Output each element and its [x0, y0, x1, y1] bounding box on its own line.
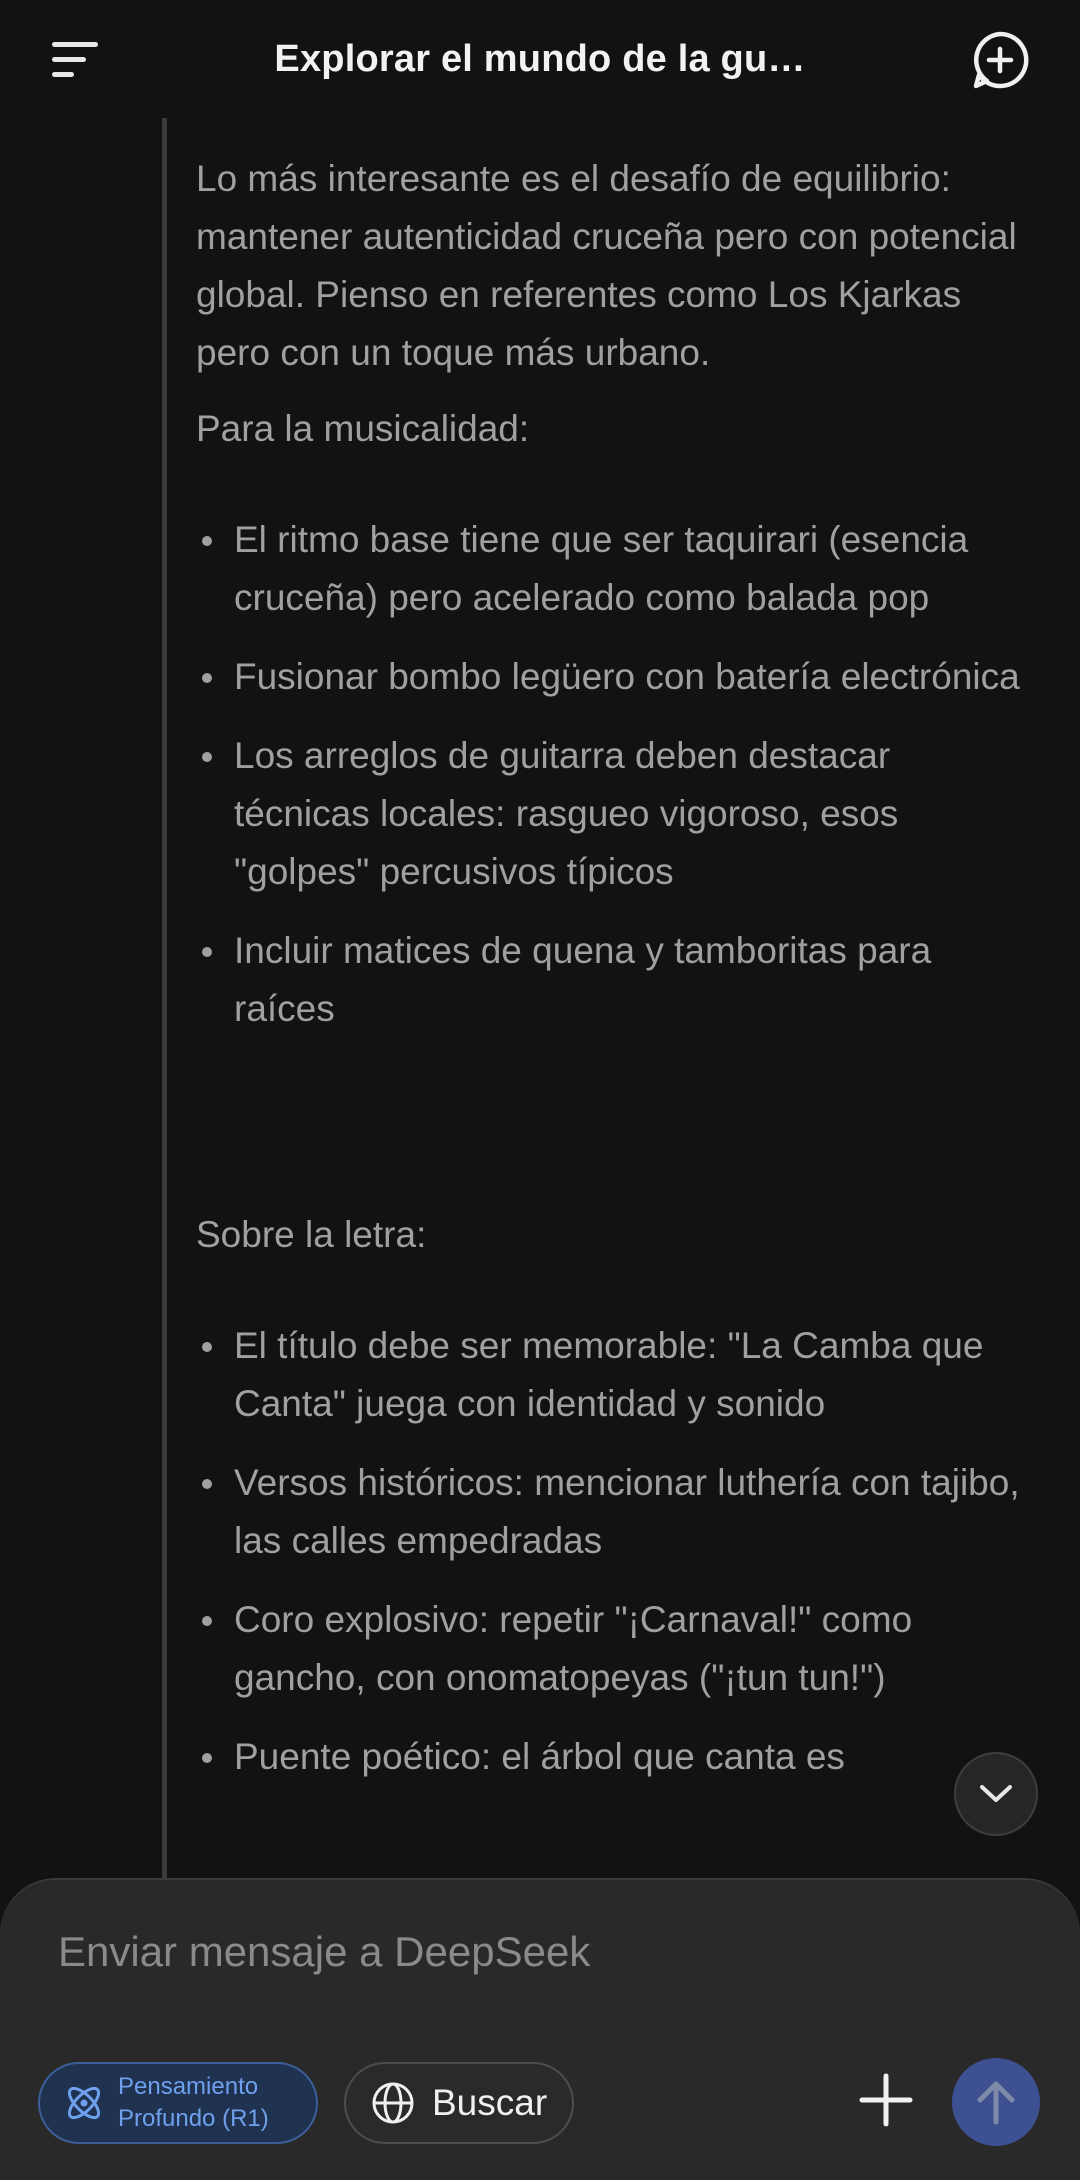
message-composer: Pensamiento Profundo (R1) Buscar [0, 1878, 1080, 2180]
list-item: Los arreglos de guitarra deben destacar … [196, 727, 1036, 901]
list-item: Coro explosivo: repetir "¡Carnaval!" com… [196, 1591, 1036, 1707]
list-item: El ritmo base tiene que ser taquirari (e… [196, 511, 1036, 627]
globe-icon [370, 2080, 416, 2126]
list-item: Puente poético: el árbol que canta es [196, 1728, 1036, 1786]
list-item: Versos históricos: mencionar luthería co… [196, 1454, 1036, 1570]
message-input[interactable] [56, 1916, 960, 1988]
deep-think-label-line2: Profundo (R1) [118, 2105, 269, 2132]
attach-plus-icon[interactable] [856, 2070, 916, 2130]
arrow-up-icon [977, 2081, 1015, 2125]
send-button[interactable] [952, 2058, 1040, 2146]
list-item: Fusionar bombo legüero con batería elect… [196, 648, 1036, 706]
search-label: Buscar [432, 2082, 548, 2123]
chat-title[interactable]: Explorar el mundo de la gu… [274, 38, 805, 81]
lyrics-list: El título debe ser memorable: "La Camba … [196, 1317, 1036, 1807]
search-toggle[interactable]: Buscar [344, 2062, 574, 2144]
music-heading: Para la musicalidad: [196, 408, 530, 449]
deep-think-toggle[interactable]: Pensamiento Profundo (R1) [38, 2062, 318, 2144]
list-item: El título debe ser memorable: "La Camba … [196, 1317, 1036, 1433]
top-bar: Explorar el mundo de la gu… [0, 0, 1080, 118]
scroll-down-button[interactable] [954, 1752, 1038, 1836]
chevron-down-icon [980, 1785, 1012, 1802]
deep-think-label-line1: Pensamiento [118, 2073, 259, 2100]
lyrics-heading: Sobre la letra: [196, 1214, 427, 1255]
atom-icon [62, 2081, 106, 2125]
menu-icon[interactable] [50, 38, 102, 82]
new-chat-icon[interactable] [970, 30, 1030, 90]
thinking-block: Lo más interesante es el desafío de equi… [162, 118, 1042, 1878]
music-list: El ritmo base tiene que ser taquirari (e… [196, 511, 1036, 1059]
list-item: Incluir matices de quena y tamboritas pa… [196, 922, 1036, 1038]
thinking-intro: Lo más interesante es el desafío de equi… [196, 158, 1017, 373]
